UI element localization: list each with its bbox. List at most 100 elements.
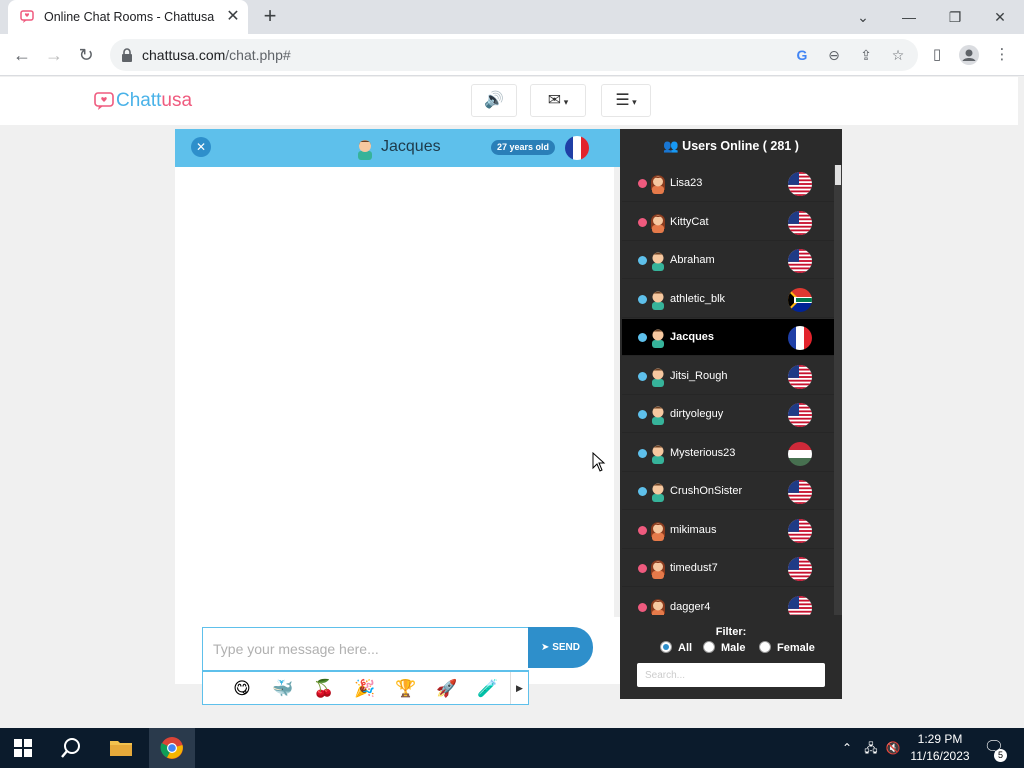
url-path: /chat.php# [225,47,291,63]
reload-icon[interactable]: ↻ [73,42,99,68]
filter-female-radio[interactable] [759,641,771,653]
windows-start-icon[interactable] [0,728,46,768]
user-name: mikimaus [670,523,717,536]
close-chat-icon[interactable]: ✕ [191,137,211,157]
user-list-item[interactable]: Mysterious23 [622,434,834,472]
tab-search-chevron-icon[interactable]: ⌄ [843,4,883,30]
user-name: athletic_blk [670,292,726,305]
site-logo[interactable]: Chattusa [94,90,192,112]
filter-all-label[interactable]: All [678,642,692,654]
user-name: dirtyoleguy [670,408,724,420]
chat-messages-area [175,167,620,617]
emoji-yum-icon[interactable]: 😋 [229,676,255,702]
tab-close-icon[interactable]: ✕ [224,8,242,26]
usa-flag-icon [788,403,812,427]
users-list-scroll-thumb[interactable] [835,165,841,185]
message-input[interactable] [202,627,529,671]
zoom-icon[interactable]: ⊖ [824,45,844,65]
user-list-item[interactable]: athletic_blk [622,280,834,318]
emoji-trophy-icon[interactable]: 🏆 [393,676,419,702]
male-avatar-icon [649,249,667,271]
user-list-item[interactable]: CrushOnSister [622,473,834,510]
user-list-item[interactable]: Abraham [622,242,834,279]
search-icon[interactable] [48,728,94,768]
filter-male-label[interactable]: Male [721,642,745,654]
share-icon[interactable]: ⇪ [856,45,876,65]
paper-plane-icon: ➤ [541,642,550,653]
sidepanel-icon[interactable]: ▯ [926,44,948,66]
tray-chevron-icon[interactable]: ⌃ [839,728,855,768]
filter-male-radio[interactable] [703,641,715,653]
lock-icon [122,48,132,62]
usa-flag-icon [788,210,812,235]
user-list-item[interactable]: Jitsi_Rough [622,357,834,395]
forward-icon[interactable]: → [41,42,67,68]
back-icon[interactable]: ← [9,42,35,68]
emoji-party-icon[interactable]: 🎉 [352,676,378,702]
restore-icon[interactable]: ❐ [935,4,975,30]
filter-all-radio[interactable] [660,641,672,653]
users-list: Lisa23 KittyCat Abraham athletic_blk Jacques… [622,165,834,615]
user-list-item[interactable]: Lisa23 [622,165,834,202]
online-status-dot [638,371,647,381]
network-icon[interactable]: 🖧 [862,728,880,768]
envelope-icon: ✉ [547,92,562,109]
user-name: Jacques [670,331,715,343]
menu-kebab-icon[interactable]: ⋮ [991,44,1013,66]
users-online-panel: 👥 Users Online ( 281 ) Lisa23 KittyCat Abr… [620,129,842,699]
address-bar[interactable]: chattusa.com/chat.php# G ⊖ ⇪ ☆ [110,39,918,71]
user-list-item[interactable]: KittyCat [622,203,834,241]
volume-muted-icon[interactable]: 🔇 [884,728,902,768]
send-button[interactable]: ➤ SEND [528,627,593,668]
user-list-item[interactable]: dagger4 [622,588,834,615]
users-group-icon: 👥 [663,139,679,153]
sound-toggle-button[interactable]: 🔊 [471,84,517,117]
notifications-icon[interactable]: 🗨 [982,728,1006,768]
usa-flag-icon [788,557,812,581]
user-list-item[interactable]: Jacques [622,319,834,356]
user-list-item[interactable]: timedust7 [622,550,834,587]
emoji-testtube-icon[interactable]: 🧪 [475,676,501,702]
file-explorer-icon[interactable] [98,728,144,768]
usa-flag-icon [788,364,812,389]
user-name: CrushOnSister [670,485,743,497]
filter-female-label[interactable]: Female [777,642,815,654]
hamburger-icon: ☰ [615,92,630,109]
male-avatar-icon [649,480,667,502]
chrome-taskbar-icon[interactable] [149,728,195,768]
main-menu-button[interactable]: ☰ ▾ [601,84,651,117]
site-header: Chattusa 🔊 ✉ ▾ ☰ ▾ [0,77,1018,125]
user-name: Abraham [670,254,715,266]
bookmark-star-icon[interactable]: ☆ [888,45,908,65]
new-tab-icon[interactable]: + [258,5,282,29]
emoji-more-arrow-icon[interactable]: ▶ [510,672,528,704]
page-scrollbar[interactable] [1018,77,1024,728]
emoji-cherries-icon[interactable]: 🍒 [311,676,337,702]
male-avatar-icon [649,326,667,348]
system-clock[interactable]: 1:29 PM 11/16/2023 [906,731,974,765]
user-name: timedust7 [670,562,718,574]
emoji-rocket-icon[interactable]: 🚀 [434,676,460,702]
chat-partner-name: Jacques [381,138,441,155]
chat-favicon-icon [20,10,34,23]
user-search-input[interactable] [637,663,825,687]
browser-tab[interactable]: Online Chat Rooms - Chattusa ✕ [8,0,248,34]
minimize-icon[interactable]: — [889,4,929,30]
user-name: KittyCat [670,215,709,228]
send-label: SEND [552,642,580,653]
male-avatar-icon [358,140,372,160]
male-avatar-icon [649,403,667,425]
profile-avatar-icon[interactable] [958,44,980,66]
emoji-whale-icon[interactable]: 🐳 [270,676,296,702]
messages-dropdown-button[interactable]: ✉ ▾ [530,84,586,117]
female-avatar-icon [649,519,667,541]
france-flag-icon [565,136,589,160]
user-list-item[interactable]: mikimaus [622,511,834,549]
users-list-scrollbar[interactable] [834,165,842,615]
google-icon[interactable]: G [792,45,812,65]
online-status-dot [638,256,647,265]
windows-taskbar: ⌃ 🖧 🔇 1:29 PM 11/16/2023 🗨 5 [0,728,1024,768]
user-list-item[interactable]: dirtyoleguy [622,396,834,433]
online-status-dot [638,217,647,227]
close-window-icon[interactable]: ✕ [980,4,1020,30]
